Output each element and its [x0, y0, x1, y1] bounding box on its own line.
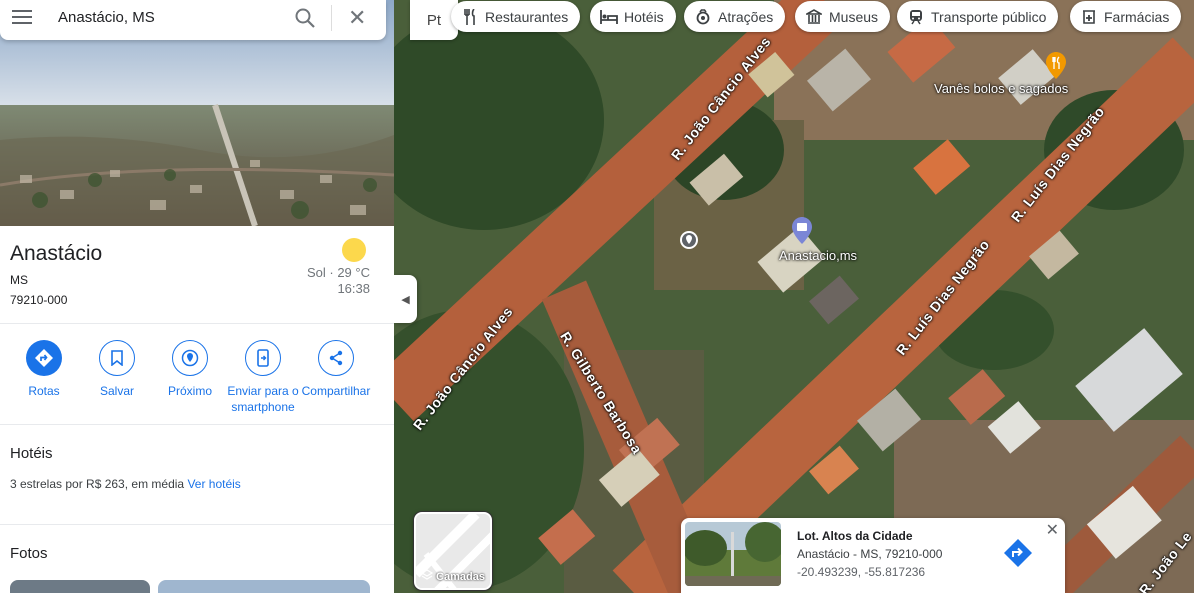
place-title: Anastácio: [10, 242, 103, 265]
divider: [0, 524, 394, 525]
directions-icon[interactable]: [1003, 538, 1033, 573]
category-chips-bar: Pt Restaurantes Hotéis Atrações Museus T…: [394, 0, 1194, 40]
chip-museums[interactable]: Museus: [795, 1, 891, 32]
chip-restaurants[interactable]: Restaurantes: [451, 1, 581, 32]
close-icon[interactable]: ✕: [348, 7, 366, 29]
layers-label-wrap: Camadas: [416, 569, 490, 584]
search-box[interactable]: Anastácio, MS ✕: [0, 0, 386, 40]
phone-icon: [245, 340, 281, 376]
share-icon: [318, 340, 354, 376]
bookmark-icon: [99, 340, 135, 376]
search-icon[interactable]: [294, 7, 316, 34]
share-button[interactable]: Compartilhar: [299, 340, 373, 399]
weather-info: Sol · 29 °C 16:38: [306, 265, 370, 296]
temperature: 29 °C: [337, 265, 370, 280]
action-label: Salvar: [99, 384, 134, 398]
hotels-summary: 3 estrelas por R$ 263, em média Ver hoté…: [10, 477, 241, 491]
collapse-panel-button[interactable]: ◀: [394, 275, 417, 323]
local-time: 16:38: [337, 281, 370, 296]
layers-label: Camadas: [436, 570, 485, 583]
save-button[interactable]: Salvar: [80, 340, 154, 399]
fork-knife-icon: [461, 8, 479, 26]
chip-pharmacies[interactable]: Farmácias: [1070, 1, 1182, 32]
location-address: Anastácio - MS, 79210-000: [797, 547, 943, 561]
pharmacy-icon: [1080, 8, 1098, 26]
location-info-card[interactable]: Lot. Altos da Cidade Anastácio - MS, 792…: [681, 518, 1065, 593]
poi-label[interactable]: Vanês bolos e sagados: [934, 81, 1068, 96]
chip-label: Restaurantes: [485, 8, 569, 25]
chip-attractions[interactable]: Atrações: [684, 1, 786, 32]
location-title: Lot. Altos da Cidade: [797, 529, 913, 543]
place-pin-icon[interactable]: [792, 217, 812, 249]
action-label: Enviar para o smartphone: [226, 383, 300, 415]
chevron-left-icon: ◀: [401, 293, 410, 306]
action-label: Rotas: [28, 384, 60, 398]
layers-stack-icon: [420, 569, 434, 584]
search-input[interactable]: Anastácio, MS: [58, 9, 155, 26]
action-label-line: Enviar para o: [227, 384, 299, 398]
poi-label[interactable]: Anastacio,ms: [779, 248, 857, 263]
directions-icon: [26, 340, 62, 376]
sun-icon: [342, 238, 366, 262]
photos-heading: Fotos: [10, 545, 48, 562]
action-label-line: smartphone: [231, 400, 295, 414]
camera-icon: [694, 8, 712, 26]
museum-icon: [805, 8, 823, 26]
menu-icon[interactable]: [12, 10, 32, 26]
action-label: Compartilhar: [301, 384, 371, 398]
divider: [331, 5, 332, 31]
bed-icon: [600, 8, 618, 26]
chip-label: Transporte público: [931, 8, 1047, 25]
chip-label: Atrações: [718, 8, 774, 25]
divider: [0, 424, 394, 425]
train-icon: [907, 8, 925, 26]
location-coordinates: -20.493239, -55.817236: [797, 565, 926, 579]
close-icon[interactable]: ✕: [1046, 520, 1059, 540]
satellite-imagery: [394, 0, 1194, 593]
chip-label: Farmácias: [1104, 8, 1170, 25]
divider: [0, 323, 394, 324]
chip-label: Museus: [829, 8, 879, 25]
nearby-button[interactable]: Próximo: [153, 340, 227, 399]
hotels-summary-text: 3 estrelas por R$ 263, em média: [10, 477, 185, 491]
chip-public-transport[interactable]: Transporte público: [897, 1, 1059, 32]
photo-thumbnail[interactable]: [10, 580, 150, 593]
photo-thumbnail[interactable]: [158, 580, 370, 593]
place-zip: 79210-000: [10, 293, 68, 307]
send-to-phone-button[interactable]: Enviar para o smartphone: [226, 340, 300, 415]
map-satellite-view[interactable]: R. João Câncio Alves R. Luís Dias Negrão…: [394, 0, 1194, 593]
layers-button[interactable]: Camadas: [414, 512, 492, 590]
weather-condition: Sol: [306, 265, 326, 280]
action-label: Próximo: [167, 384, 212, 398]
side-panel: Anastácio, MS ✕ Anastácio MS 79210-000 S…: [0, 0, 394, 593]
view-hotels-link[interactable]: Ver hotéis: [187, 477, 240, 491]
directions-button[interactable]: Rotas: [7, 340, 81, 399]
restaurant-pin-icon[interactable]: [1046, 52, 1066, 84]
nearby-icon: [172, 340, 208, 376]
location-photo[interactable]: [685, 522, 781, 586]
location-marker-icon[interactable]: [679, 230, 699, 255]
chip-label: Hotéis: [624, 8, 664, 25]
input-tools-label: Pt: [426, 11, 442, 29]
chip-hotels[interactable]: Hotéis: [590, 1, 676, 32]
hotels-heading: Hotéis: [10, 445, 53, 462]
place-state: MS: [10, 273, 28, 287]
